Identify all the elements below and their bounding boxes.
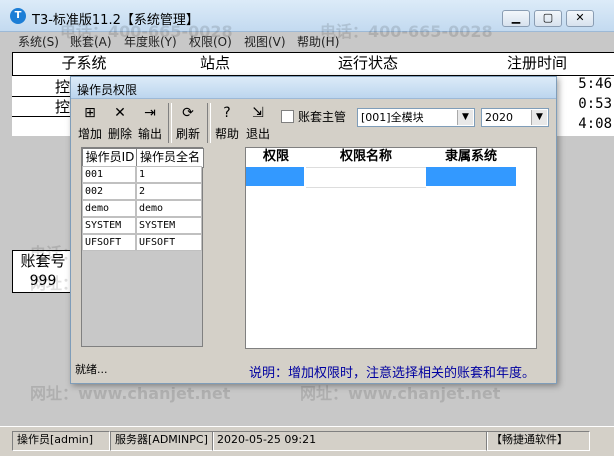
maximize-button[interactable]: ▢ [534, 10, 562, 27]
exit-icon: ⇲ [252, 105, 264, 121]
dialog-status-text: 就绪... [75, 363, 108, 376]
menu-year-account[interactable]: 年度账(Y) [124, 33, 177, 50]
col-permission-name[interactable]: 权限名称 [306, 148, 426, 166]
operator-table[interactable]: 操作员ID 操作员全名 001 1 002 2 demo demo SYSTEM… [81, 147, 204, 347]
menu-bar: 系统(S) 账套(A) 年度账(Y) 权限(O) 视图(V) 帮助(H) [0, 32, 614, 50]
table-cell[interactable]: 002 [82, 183, 136, 200]
exit-button[interactable]: ⇲ 退出 [243, 104, 273, 144]
menu-system[interactable]: 系统(S) [18, 33, 59, 50]
status-bar: 操作员[admin] 服务器[ADMINPC] 2020-05-25 09:21… [0, 426, 614, 456]
menu-permission[interactable]: 权限(O) [189, 33, 232, 50]
col-site[interactable]: 站点 [154, 52, 277, 76]
col-subsystem[interactable]: 子系统 [12, 52, 156, 76]
col-permission[interactable]: 权限 [246, 148, 306, 166]
refresh-icon: ⟳ [182, 105, 194, 121]
status-datetime: 2020-05-25 09:21 [212, 431, 488, 451]
operator-permission-dialog: 操作员权限 ⊞ 增加 ✕ 删除 ⇥ 输出 ⟳ 刷新 ? 帮助 ⇲ 退出 账套主管… [70, 76, 557, 384]
dialog-title: 操作员权限 [77, 83, 138, 97]
app-icon: T [10, 8, 26, 24]
col-operator-name[interactable]: 操作员全名 [136, 148, 204, 168]
table-cell[interactable]: 1 [136, 166, 202, 183]
table-cell[interactable]: demo [82, 200, 136, 217]
table-cell[interactable]: demo [136, 200, 202, 217]
help-button[interactable]: ? 帮助 [212, 104, 242, 144]
status-brand: 【畅捷通软件】 [486, 431, 590, 451]
year-select[interactable]: 2020 ▼ [481, 108, 549, 127]
export-icon: ⇥ [144, 105, 156, 121]
title-bar: T T3-标准版11.2【系统管理】 ▁ ▢ ✕ [0, 0, 614, 32]
status-server: 服务器[ADMINPC] [110, 431, 214, 451]
table-cell[interactable]: SYSTEM [136, 217, 202, 234]
col-register-time[interactable]: 注册时间 [460, 52, 614, 76]
delete-button[interactable]: ✕ 删除 [105, 104, 135, 144]
window-title: T3-标准版11.2【系统管理】 [32, 13, 199, 28]
close-button[interactable]: ✕ [566, 10, 594, 27]
status-operator: 操作员[admin] [12, 431, 110, 451]
module-select[interactable]: [001]全模块 ▼ [357, 108, 475, 127]
add-icon: ⊞ [84, 105, 96, 121]
exit-label: 退出 [245, 127, 270, 141]
export-button[interactable]: ⇥ 输出 [135, 104, 165, 144]
table-cell[interactable]: UFSOFT [136, 234, 202, 251]
col-account-no[interactable]: 账套号 [12, 250, 74, 274]
table-cell[interactable]: 控 [55, 96, 70, 117]
add-button[interactable]: ⊞ 增加 [75, 104, 105, 144]
selected-cell[interactable] [246, 167, 304, 186]
table-cell[interactable]: 控 [55, 76, 70, 97]
delete-label: 删除 [107, 127, 132, 141]
help-label: 帮助 [214, 127, 239, 141]
table-cell[interactable]: 2 [136, 183, 202, 200]
export-label: 输出 [137, 127, 162, 141]
chevron-down-icon: ▼ [457, 110, 473, 125]
table-cell[interactable]: SYSTEM [82, 217, 136, 234]
refresh-label: 刷新 [175, 127, 200, 141]
account-master-label: 账套主管 [298, 110, 347, 124]
module-select-value: [001]全模块 [361, 111, 424, 124]
selected-cell[interactable] [426, 167, 516, 186]
col-belong-system[interactable]: 隶属系统 [426, 148, 516, 166]
permission-table[interactable]: 权限 权限名称 隶属系统 [245, 147, 537, 349]
table-cell[interactable]: 5:46 [578, 76, 612, 92]
minimize-button[interactable]: ▁ [502, 10, 530, 27]
help-icon: ? [223, 105, 231, 121]
table-cell[interactable]: 4:08 [578, 116, 612, 132]
year-select-value: 2020 [485, 111, 513, 124]
add-label: 增加 [77, 127, 102, 141]
table-cell[interactable]: 0:53 [578, 96, 612, 112]
menu-account[interactable]: 账套(A) [70, 33, 112, 50]
table-cell[interactable] [306, 167, 426, 188]
delete-icon: ✕ [114, 105, 126, 121]
col-run-status[interactable]: 运行状态 [276, 52, 461, 76]
refresh-button[interactable]: ⟳ 刷新 [173, 104, 203, 144]
table-cell[interactable]: 999 [12, 272, 74, 293]
table-cell[interactable]: 001 [82, 166, 136, 183]
chevron-down-icon: ▼ [531, 110, 547, 125]
col-operator-id[interactable]: 操作员ID [82, 148, 138, 168]
toolbar-divider [168, 103, 172, 143]
account-master-checkbox[interactable] [281, 110, 294, 123]
table-cell[interactable]: UFSOFT [82, 234, 136, 251]
dialog-title-bar[interactable]: 操作员权限 [71, 77, 556, 99]
toolbar-divider [207, 103, 211, 143]
menu-view[interactable]: 视图(V) [244, 33, 286, 50]
dialog-note: 说明：增加权限时，注意选择相关的账套和年度。 [249, 366, 536, 381]
menu-help[interactable]: 帮助(H) [297, 33, 339, 50]
